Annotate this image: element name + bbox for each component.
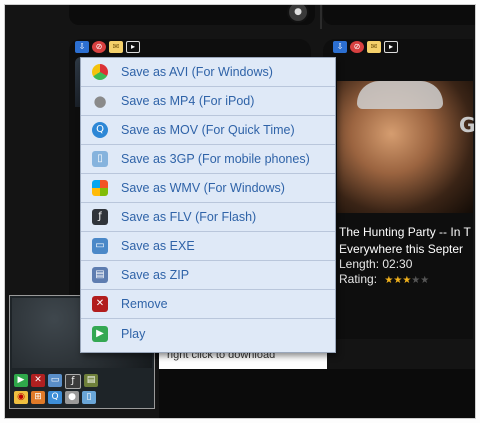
play-icon[interactable]: ▸	[384, 41, 398, 53]
quicktime-icon: Q	[92, 122, 108, 138]
remove-icon: ✕	[92, 296, 108, 312]
lower-area	[159, 369, 475, 418]
menu-item-label: Remove	[121, 297, 168, 311]
remove-icon[interactable]: ✕	[31, 374, 45, 387]
menu-item-save-flv[interactable]: ƒ Save as FLV (For Flash)	[81, 203, 335, 232]
star-icon: ★	[411, 275, 421, 286]
quicktime-icon[interactable]: Q	[48, 391, 62, 404]
chrome-icon	[92, 64, 108, 80]
movie-length: Length: 02:30	[339, 257, 413, 271]
menu-item-play[interactable]: ▶ Play	[81, 319, 335, 348]
menu-item-label: Save as AVI (For Windows)	[121, 65, 273, 79]
exe-icon[interactable]: ▭	[48, 374, 62, 387]
chrome-icon[interactable]: ◉	[14, 391, 28, 404]
menu-item-label: Save as MP4 (For iPod)	[121, 94, 255, 108]
play-icon[interactable]: ▶	[14, 374, 28, 387]
top-bar-left	[69, 5, 315, 25]
divider	[320, 5, 322, 29]
windows-icon[interactable]: ⊞	[31, 391, 45, 404]
widget-toolbar-top: ▶ ✕ ▭ ƒ ▤	[14, 374, 98, 389]
mail-icon[interactable]: ✉	[109, 41, 123, 53]
movie-tagline: Everywhere this Septer	[339, 242, 464, 256]
menu-item-remove[interactable]: ✕ Remove	[81, 290, 335, 319]
rating-label: Rating:	[339, 272, 378, 286]
flash-icon[interactable]: ƒ	[65, 374, 81, 389]
play-icon: ▶	[92, 325, 108, 342]
mobile-phone-icon[interactable]: ▯	[82, 391, 96, 404]
widget-toolbar-bottom: ◉ ⊞ Q ● ▯	[14, 391, 96, 404]
flash-icon: ƒ	[92, 209, 108, 225]
menu-item-save-avi[interactable]: Save as AVI (For Windows)	[81, 58, 335, 87]
apple-icon: ●	[93, 92, 107, 110]
star-icon: ★	[384, 275, 394, 286]
menu-item-save-mov[interactable]: Q Save as MOV (For Quick Time)	[81, 116, 335, 145]
menu-item-label: Save as ZIP	[121, 268, 190, 282]
play-icon[interactable]: ▸	[126, 41, 140, 53]
menu-item-save-3gp[interactable]: ▯ Save as 3GP (For mobile phones)	[81, 145, 335, 174]
menu-item-label: Save as 3GP (For mobile phones)	[121, 152, 310, 166]
zip-icon: ▤	[92, 267, 108, 283]
download-icon[interactable]: ⇩	[75, 41, 89, 53]
menu-item-label: Play	[121, 326, 146, 341]
windows-icon	[92, 180, 108, 196]
top-bar-right	[323, 5, 475, 25]
poster-letter: G	[459, 113, 476, 137]
zip-icon[interactable]: ▤	[84, 374, 98, 387]
menu-item-save-zip[interactable]: ▤ Save as ZIP	[81, 261, 335, 290]
no-entry-icon[interactable]: ⊘	[92, 41, 106, 53]
mobile-phone-icon: ▯	[92, 151, 108, 167]
exe-icon: ▭	[92, 238, 108, 254]
menu-item-label: Save as EXE	[121, 239, 195, 253]
context-menu: Save as AVI (For Windows) ● Save as MP4 …	[80, 57, 336, 353]
menu-item-label: Save as WMV (For Windows)	[121, 181, 285, 195]
menu-item-save-wmv[interactable]: Save as WMV (For Windows)	[81, 174, 335, 203]
menu-item-save-mp4[interactable]: ● Save as MP4 (For iPod)	[81, 87, 335, 116]
star-icon: ★	[393, 275, 403, 286]
video-toolbar-right: ⇩ ⊘ ✉ ▸	[333, 41, 398, 55]
rating-stars: ★★★★★	[384, 275, 429, 286]
movie-rating: Rating: ★★★★★	[339, 272, 429, 286]
video-toolbar-left: ⇩ ⊘ ✉ ▸	[75, 41, 140, 55]
movie-title[interactable]: The Hunting Party -- In T	[339, 225, 471, 239]
download-icon[interactable]: ⇩	[333, 41, 347, 53]
no-entry-icon[interactable]: ⊘	[350, 41, 364, 53]
menu-item-label: Save as FLV (For Flash)	[121, 210, 257, 224]
menu-item-label: Save as MOV (For Quick Time)	[121, 123, 295, 137]
star-icon: ★	[402, 275, 412, 286]
star-icon: ★	[420, 275, 430, 286]
mail-icon[interactable]: ✉	[367, 41, 381, 53]
menu-item-save-exe[interactable]: ▭ Save as EXE	[81, 232, 335, 261]
apple-icon[interactable]: ●	[65, 391, 79, 404]
poster-detail	[357, 81, 443, 109]
